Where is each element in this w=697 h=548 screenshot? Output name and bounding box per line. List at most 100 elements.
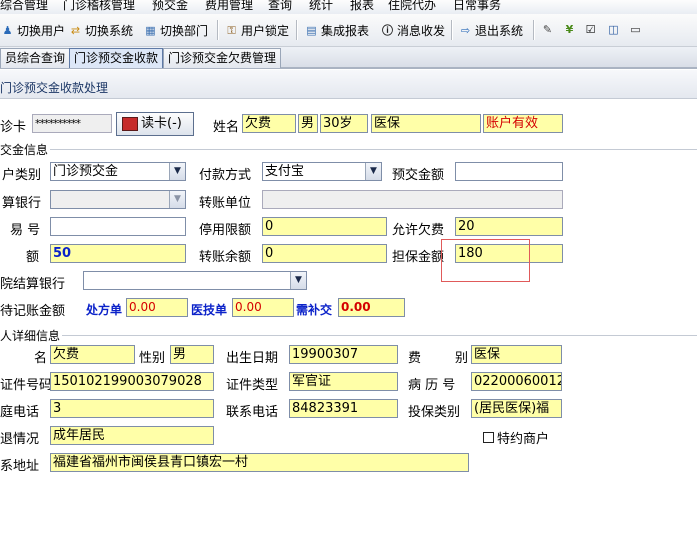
- exit-system-button[interactable]: ⇨ 退出系统: [458, 22, 523, 39]
- chevron-down-icon[interactable]: ▼: [290, 272, 306, 289]
- allow-debt-label: 允许欠费: [392, 223, 445, 238]
- idtype-field: 军官证: [289, 372, 398, 391]
- address-field: 福建省福州市闽侯县青口镇宏一村: [50, 453, 469, 472]
- rx-amount-field: 0.00: [126, 298, 188, 317]
- menu-stats[interactable]: 统计: [309, 0, 333, 13]
- switch-dept-button[interactable]: ▦ 切换部门: [143, 22, 208, 39]
- transfer-balance-label: 转账余额: [199, 250, 252, 265]
- address-label: 系地址: [0, 459, 40, 474]
- message-button[interactable]: ⓘ 消息收发: [380, 22, 445, 39]
- retire-label: 退情况: [0, 432, 40, 447]
- menu-fees[interactable]: 费用管理: [205, 0, 253, 13]
- prepay-amount-input[interactable]: [455, 162, 563, 181]
- money-icon-button[interactable]: ¥: [562, 22, 579, 37]
- info-icon: ⓘ: [382, 24, 393, 37]
- stop-limit-label: 停用限额: [199, 223, 252, 238]
- menu-query[interactable]: 查询: [268, 0, 292, 13]
- tab-prepay-arrears[interactable]: 门诊预交金欠费管理: [163, 48, 282, 68]
- menu-inpatient[interactable]: 住院代办: [388, 0, 436, 13]
- chevron-down-icon[interactable]: ▼: [169, 163, 185, 180]
- integrated-report-button[interactable]: ▤ 集成报表: [304, 22, 369, 39]
- pay-method-select[interactable]: 支付宝 ▼: [262, 162, 382, 181]
- tech-amount-field: 0.00: [232, 298, 294, 317]
- retire-field: 成年居民: [50, 426, 214, 445]
- bank-label: 算银行: [2, 196, 42, 211]
- fee-type-field: 医保: [471, 345, 562, 364]
- transfer-unit-field[interactable]: [262, 190, 563, 209]
- lock-icon: ⚿: [227, 24, 236, 37]
- amount-field[interactable]: 50: [50, 244, 186, 263]
- pending-label: 待记账金额: [0, 304, 66, 319]
- gender-field: 男: [298, 114, 318, 133]
- pencil-icon: ✎: [542, 23, 553, 36]
- chevron-down-icon[interactable]: ▼: [365, 163, 381, 180]
- account-type-select[interactable]: 门诊预交金 ▼: [50, 162, 186, 181]
- bank-select[interactable]: ▼: [50, 190, 186, 209]
- fee-label: 费: [408, 351, 422, 366]
- stop-limit-field[interactable]: 0: [262, 217, 387, 236]
- ins-type-field: (居民医保)福: [471, 399, 562, 418]
- section-payment-title: 交金信息: [0, 141, 51, 158]
- tab-staff-query[interactable]: 员综合查询: [0, 48, 71, 68]
- ins-type-label: 投保类别: [408, 405, 461, 420]
- chevron-down-icon[interactable]: ▼: [169, 191, 185, 208]
- allow-debt-field[interactable]: 20: [455, 217, 563, 236]
- guarantee-label: 担保金额: [392, 250, 445, 265]
- pay-method-label: 付款方式: [199, 168, 252, 183]
- idno-field: 150102199003079028: [50, 372, 214, 391]
- special-merchant-checkbox[interactable]: [483, 432, 494, 443]
- menu-daily[interactable]: 日常事务: [453, 0, 501, 13]
- department-icon: ▦: [145, 24, 156, 37]
- age-field: 30岁: [320, 114, 368, 133]
- insurance-field: 医保: [371, 114, 481, 133]
- tech-label: 医技单: [191, 303, 228, 317]
- rx-label: 处方单: [86, 303, 123, 317]
- document-icon: ▭: [630, 23, 641, 36]
- name-label: 姓名: [213, 120, 240, 135]
- user-icon: ♟: [2, 24, 13, 37]
- card-label: 诊卡: [0, 120, 27, 135]
- report-icon: ▤: [306, 24, 317, 37]
- document-icon-button[interactable]: ▭: [628, 22, 645, 37]
- card-reader-icon: [122, 117, 138, 131]
- menu-report[interactable]: 报表: [350, 0, 374, 13]
- trade-no-input[interactable]: [50, 217, 186, 236]
- contact-phone-field: 84823391: [289, 399, 398, 418]
- menu-audit[interactable]: 门诊稽核管理: [63, 0, 135, 13]
- exit-icon: ⇨: [460, 24, 471, 37]
- special-merchant-label: 特约商户: [497, 432, 550, 447]
- tab-prepay-receipt[interactable]: 门诊预交金收款: [69, 48, 164, 68]
- person-gender-field: 男: [170, 345, 214, 364]
- home-phone-label: 庭电话: [0, 405, 40, 420]
- record-label: 病 历 号: [408, 378, 456, 393]
- supplement-label: 需补交: [296, 303, 333, 317]
- sub-header: 门诊预交金收款处理: [0, 70, 697, 99]
- menu-prepay[interactable]: 预交金: [152, 0, 188, 13]
- switch-system-button[interactable]: ⇄ 切换系统: [68, 22, 133, 39]
- idno-label: 证件号码: [0, 378, 53, 393]
- read-card-button[interactable]: 读卡(-): [116, 112, 194, 136]
- check-icon-button[interactable]: ☑: [583, 22, 600, 37]
- transfer-unit-label: 转账单位: [199, 196, 252, 211]
- card-number-field[interactable]: **********: [32, 114, 112, 133]
- menu-general[interactable]: 综合管理: [0, 0, 48, 13]
- idtype-label: 证件类型: [226, 378, 279, 393]
- section-person-title: 人详细信息: [0, 327, 63, 344]
- menu-bar: 综合管理 门诊稽核管理 预交金 费用管理 查询 统计 报表 住院代办 日常事务: [0, 0, 697, 14]
- highlight-box: [441, 239, 530, 282]
- edit-icon-button[interactable]: ✎: [540, 22, 557, 37]
- user-lock-button[interactable]: ⚿ 用户锁定: [224, 22, 289, 39]
- window-icon-button[interactable]: ◫: [606, 22, 623, 37]
- person-name-label: 名: [34, 351, 48, 366]
- checkbox-icon: ☑: [585, 23, 596, 36]
- account-type-label: 户类别: [2, 168, 42, 183]
- account-status-field: 账户有效: [483, 114, 563, 133]
- home-phone-field: 3: [50, 399, 214, 418]
- record-field: 02200060012: [471, 372, 562, 391]
- tab-bar: 员综合查询 门诊预交金收款 门诊预交金欠费管理: [0, 47, 697, 69]
- name-field: 欠费: [242, 114, 296, 133]
- switch-icon: ⇄: [70, 24, 81, 37]
- switch-user-button[interactable]: ♟ 切换用户: [0, 22, 65, 39]
- hospital-bank-select[interactable]: ▼: [83, 271, 307, 290]
- supplement-amount-field: 0.00: [338, 298, 405, 317]
